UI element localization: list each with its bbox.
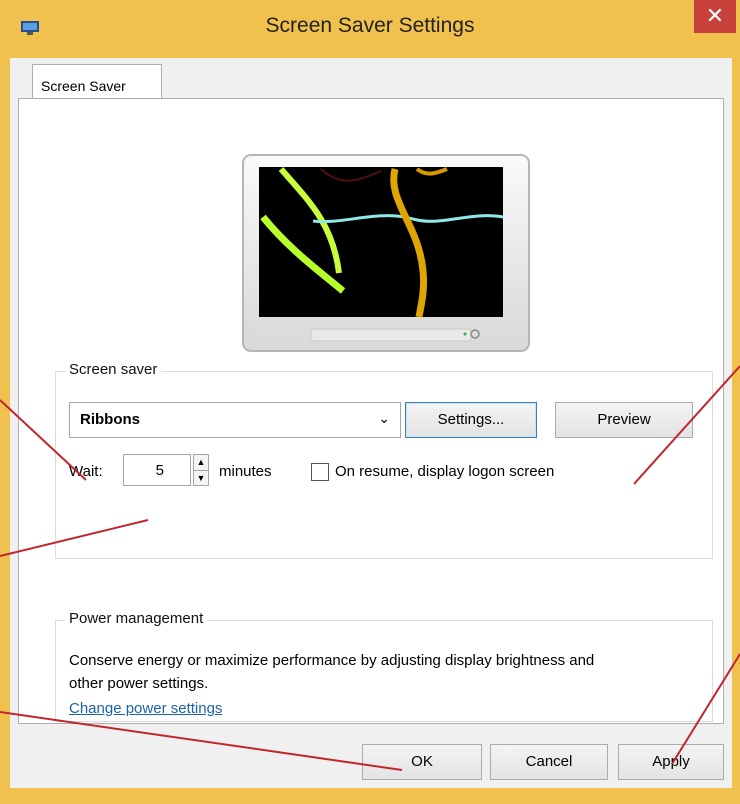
- apply-button[interactable]: Apply: [618, 744, 724, 780]
- preview-button[interactable]: Preview: [555, 402, 693, 438]
- spin-down-icon[interactable]: ▼: [194, 470, 208, 486]
- power-description: Conserve energy or maximize performance …: [69, 652, 595, 692]
- screen-saver-group-label: Screen saver: [65, 361, 162, 378]
- screen-saver-settings-window: Screen Saver Settings ✕ Screen Saver Scr…: [0, 0, 740, 804]
- monitor-preview: [242, 154, 530, 352]
- chevron-down-icon: ⌄: [378, 410, 390, 426]
- spin-up-icon[interactable]: ▲: [194, 455, 208, 470]
- tab-screen-saver[interactable]: Screen Saver: [32, 64, 162, 100]
- window-title: Screen Saver Settings: [265, 14, 475, 37]
- wait-label: Wait:: [69, 463, 103, 480]
- ok-button[interactable]: OK: [362, 744, 482, 780]
- dialog-client: Screen Saver Screen saver Ribbons ⌄ Sett…: [10, 58, 732, 788]
- tab-panel: Screen saver Ribbons ⌄ Settings... Previ…: [18, 98, 724, 724]
- cancel-button[interactable]: Cancel: [490, 744, 608, 780]
- resume-logon-label[interactable]: On resume, display logon screen: [335, 463, 554, 480]
- close-button[interactable]: ✕: [694, 0, 736, 33]
- minutes-label: minutes: [219, 463, 272, 480]
- settings-button[interactable]: Settings...: [405, 402, 537, 438]
- screen-saver-dropdown[interactable]: Ribbons ⌄: [69, 402, 401, 438]
- wait-spinner[interactable]: ▲ ▼: [193, 454, 209, 486]
- resume-logon-checkbox[interactable]: [311, 463, 329, 481]
- title-bar[interactable]: Screen Saver Settings ✕: [0, 0, 740, 58]
- power-management-group-label: Power management: [65, 610, 208, 627]
- change-power-settings-link[interactable]: Change power settings: [69, 700, 222, 717]
- screen-saver-selected-value: Ribbons: [80, 411, 140, 428]
- wait-minutes-input[interactable]: 5: [123, 454, 191, 486]
